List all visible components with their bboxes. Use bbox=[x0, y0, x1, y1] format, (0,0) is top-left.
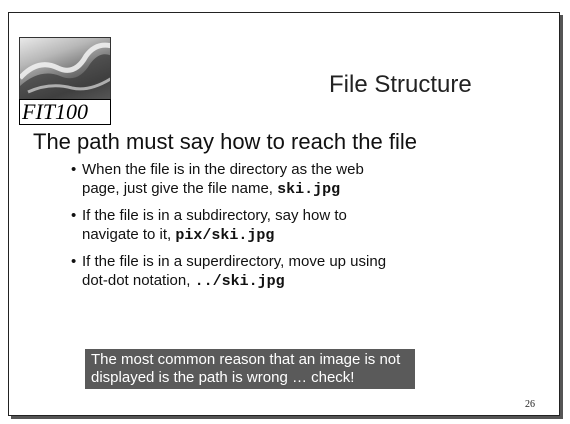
wave-photo-icon bbox=[19, 37, 111, 101]
list-item: • If the file is in a superdirectory, mo… bbox=[71, 252, 401, 291]
page-number: 26 bbox=[525, 399, 535, 410]
fit100-logo: FIT100 bbox=[19, 37, 111, 125]
list-item: • When the file is in the directory as t… bbox=[71, 160, 401, 199]
callout-note: The most common reason that an image is … bbox=[85, 349, 415, 389]
bullet-icon: • bbox=[71, 253, 77, 270]
bullet-list: • When the file is in the directory as t… bbox=[71, 160, 401, 298]
slide-heading: The path must say how to reach the file bbox=[33, 129, 417, 154]
slide: FIT100 File Structure The path must say … bbox=[8, 12, 563, 419]
bullet-icon: • bbox=[71, 161, 77, 178]
bullet-icon: • bbox=[71, 207, 77, 224]
slide-title: File Structure bbox=[329, 71, 472, 98]
list-item: • If the file is in a subdirectory, say … bbox=[71, 206, 401, 245]
bullet-code: ../ski.jpg bbox=[194, 273, 285, 290]
bullet-code: ski.jpg bbox=[277, 181, 341, 198]
logo-label: FIT100 bbox=[19, 99, 111, 125]
bullet-code: pix/ski.jpg bbox=[175, 227, 275, 244]
